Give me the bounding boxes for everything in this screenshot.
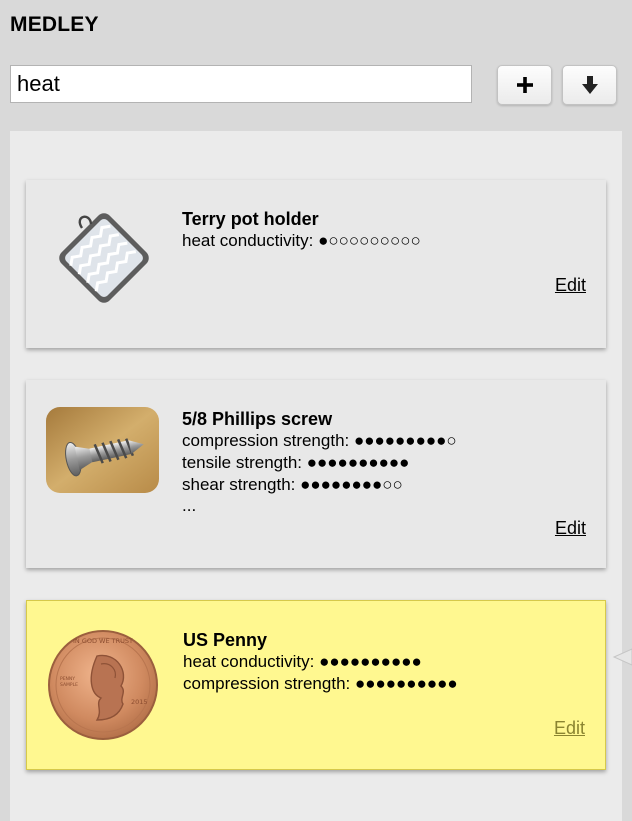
property-rating: ●●●●●●●●●● (354, 674, 458, 693)
download-arrow-icon (581, 76, 598, 94)
item-property: heat conductivity: ●●●●●●●●●● (183, 652, 422, 672)
screw-image (46, 407, 159, 493)
property-label: heat conductivity: (182, 231, 319, 250)
property-rating: ●●●●●●●●●● (319, 652, 422, 671)
property-rating: ●●●●●●●●●○ (353, 431, 457, 450)
item-title: Terry pot holder (182, 209, 319, 229)
download-button[interactable] (562, 65, 617, 105)
coin-year: 2015 (131, 698, 148, 706)
edit-link[interactable]: Edit (555, 518, 586, 539)
item-card-selected[interactable]: IN GOD WE TRUST PENNY SAMPLE 2015 US Pen… (26, 600, 606, 770)
item-property: compression strength: ●●●●●●●●●● (183, 674, 458, 694)
item-property: tensile strength: ●●●●●●●●●● (182, 453, 409, 473)
property-rating: ●●●●●●●●○○ (300, 475, 403, 494)
item-property: heat conductivity: ●○○○○○○○○○ (182, 231, 421, 251)
item-card[interactable]: 5/8 Phillips screw compression strength:… (26, 380, 606, 568)
item-property: shear strength: ●●●●●●●●○○ (182, 475, 403, 495)
drop-pointer-icon (612, 648, 632, 666)
property-rating: ●●●●●●●●●● (306, 453, 410, 472)
edit-link[interactable]: Edit (554, 718, 585, 739)
property-label: heat conductivity: (183, 652, 320, 671)
coin-motto: IN GOD WE TRUST (73, 637, 133, 645)
item-title: 5/8 Phillips screw (182, 409, 333, 429)
more-properties-ellipsis: ... (182, 496, 197, 515)
add-button[interactable] (497, 65, 552, 105)
property-label: compression strength: (182, 431, 354, 450)
property-rating: ●○○○○○○○○○ (318, 231, 421, 250)
property-label: shear strength: (182, 475, 301, 494)
penny-image: IN GOD WE TRUST PENNY SAMPLE 2015 (48, 630, 158, 740)
property-label: compression strength: (183, 674, 355, 693)
edit-link[interactable]: Edit (555, 275, 586, 296)
pot-holder-image (59, 213, 149, 303)
property-label: tensile strength: (182, 453, 307, 472)
coin-side-text: PENNY (60, 676, 75, 682)
search-input[interactable] (10, 65, 472, 103)
plus-icon (516, 77, 533, 93)
coin-side-text-2: SAMPLE (60, 682, 78, 688)
app-title: MEDLEY (10, 13, 99, 36)
item-property: compression strength: ●●●●●●●●●○ (182, 431, 457, 451)
item-title: US Penny (183, 630, 268, 650)
item-card[interactable]: Terry pot holder heat conductivity: ●○○○… (26, 180, 606, 348)
